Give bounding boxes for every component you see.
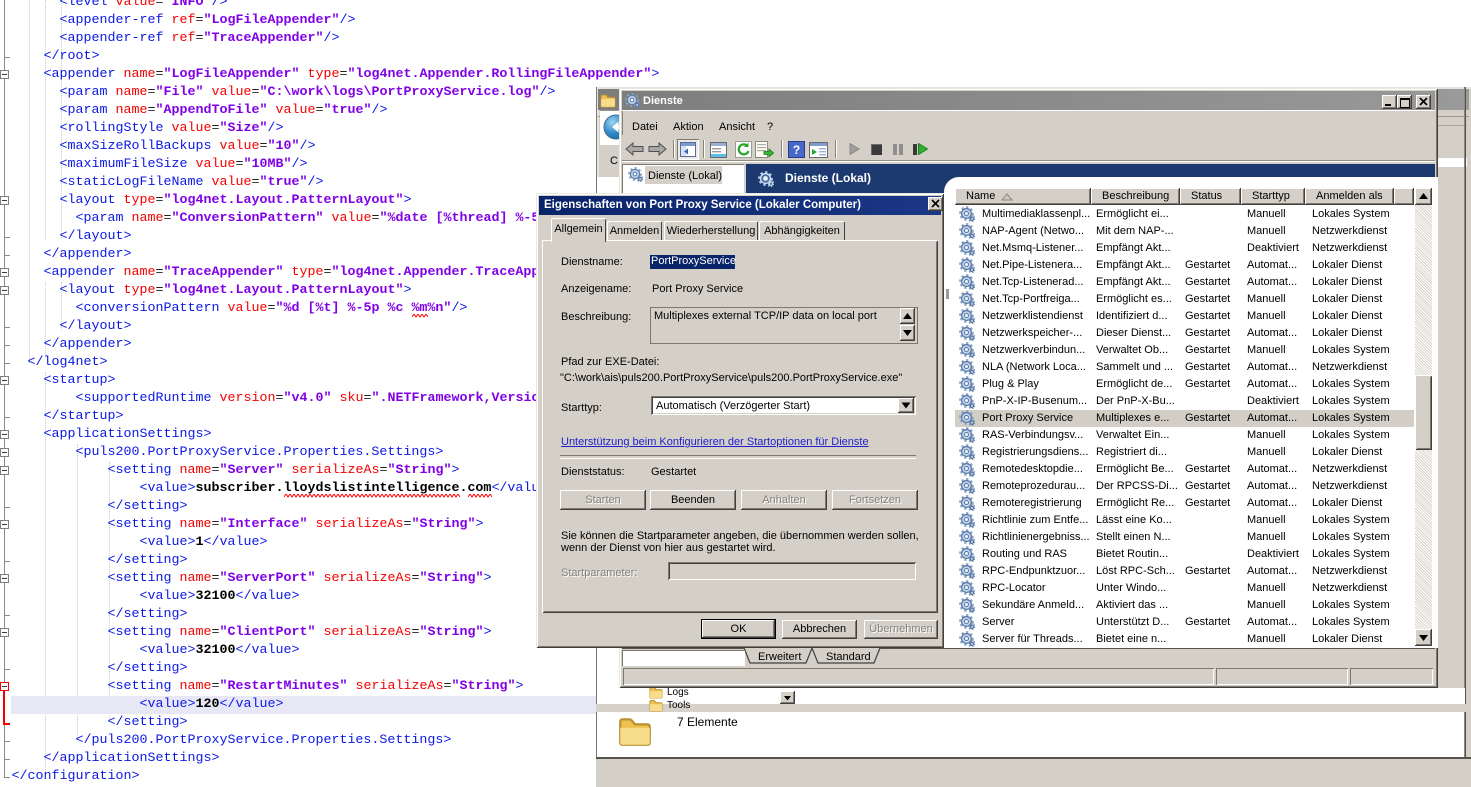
svg-text:Erweitert: Erweitert [758, 651, 801, 663]
svg-text:Standard: Standard [826, 651, 871, 663]
svg-text:?: ? [793, 143, 800, 157]
